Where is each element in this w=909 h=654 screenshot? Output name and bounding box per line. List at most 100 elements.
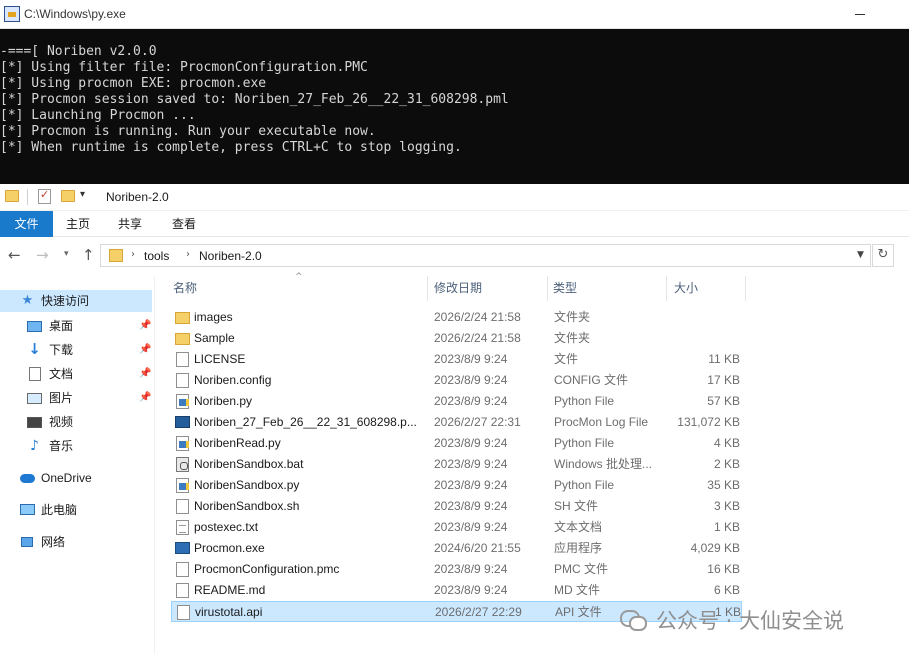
file-type: MD 文件	[554, 583, 600, 597]
file-list: ^ 名称 修改日期 类型 大小 images 2026/2/24 21:58 文件夹…	[155, 272, 909, 654]
tab-home[interactable]: 主页	[60, 211, 96, 237]
file-icon	[176, 583, 189, 598]
network-icon	[21, 537, 33, 547]
file-date: 2023/8/9 9:24	[434, 520, 508, 534]
file-row[interactable]: NoribenSandbox.py 2023/8/9 9:24 Python Fil…	[171, 475, 742, 496]
sidebar-item-label: 桌面	[49, 319, 74, 333]
refresh-icon[interactable]: ↻	[872, 244, 894, 267]
file-size: 2 KB	[713, 457, 740, 471]
sidebar-item-label: 此电脑	[41, 503, 78, 517]
console-line: -===[ Noriben v2.0.0	[0, 44, 157, 59]
sidebar-item-onedrive[interactable]: OneDrive	[0, 467, 152, 489]
tab-share[interactable]: 共享	[112, 211, 148, 237]
file-type: PMC 文件	[554, 562, 609, 576]
column-header-type[interactable]: 类型	[553, 276, 663, 301]
file-row[interactable]: images 2026/2/24 21:58 文件夹	[171, 307, 742, 328]
column-divider[interactable]	[427, 276, 428, 301]
address-bar[interactable]: › tools › Noriben-2.0 ▼	[100, 244, 871, 267]
tab-view[interactable]: 查看	[166, 211, 202, 237]
sidebar-item-desktop[interactable]: 桌面 📌	[0, 315, 152, 337]
file-row[interactable]: Noriben_27_Feb_26__22_31_608298.p... 2026…	[171, 412, 742, 433]
file-icon	[176, 352, 189, 367]
file-size: 4 KB	[713, 436, 740, 450]
column-divider[interactable]	[666, 276, 667, 301]
file-date: 2023/8/9 9:24	[434, 562, 508, 576]
file-type: 文本文档	[554, 520, 603, 534]
file-date: 2023/8/9 9:24	[434, 499, 508, 513]
file-name: NoribenSandbox.sh	[194, 499, 300, 513]
music-icon: ♪	[30, 438, 39, 454]
breadcrumb-tools[interactable]: tools	[144, 249, 169, 263]
breadcrumb-noriben[interactable]: Noriben-2.0	[199, 249, 262, 263]
sidebar-item-network[interactable]: 网络	[0, 531, 152, 553]
file-name: Noriben_27_Feb_26__22_31_608298.p...	[194, 415, 417, 429]
sidebar-item-music[interactable]: ♪ 音乐	[0, 435, 152, 457]
file-row[interactable]: postexec.txt 2023/8/9 9:24 文本文档 1 KB	[171, 517, 742, 538]
file-row[interactable]: NoribenRead.py 2023/8/9 9:24 Python File 4 …	[171, 433, 742, 454]
python-app-icon	[4, 6, 20, 22]
back-arrow-icon[interactable]: ←	[8, 246, 21, 264]
properties-icon[interactable]	[38, 188, 51, 204]
console-window-title: C:\Windows\py.exe	[24, 7, 126, 21]
sidebar-item-quick-access[interactable]: ★ 快速访问	[0, 290, 152, 312]
text-file-icon	[176, 520, 189, 535]
sidebar-item-videos[interactable]: 视频	[0, 411, 152, 433]
file-row[interactable]: ProcmonConfiguration.pmc 2023/8/9 9:24 PMC…	[171, 559, 742, 580]
file-row[interactable]: LICENSE 2023/8/9 9:24 文件 11 KB	[171, 349, 742, 370]
batch-file-icon	[176, 457, 189, 472]
file-row[interactable]: Noriben.py 2023/8/9 9:24 Python File 57 KB	[171, 391, 742, 412]
cloud-icon	[20, 474, 35, 483]
new-folder-icon[interactable]	[61, 190, 75, 202]
column-header-name[interactable]: 名称	[173, 276, 423, 301]
breadcrumb-chevron-icon[interactable]: ›	[131, 249, 135, 260]
wechat-icon	[620, 608, 647, 631]
breadcrumb-chevron-icon[interactable]: ›	[186, 249, 190, 260]
file-icon	[177, 605, 190, 620]
file-row[interactable]: Procmon.exe 2024/6/20 21:55 应用程序 4,029 KB	[171, 538, 742, 559]
file-row[interactable]: Sample 2026/2/24 21:58 文件夹	[171, 328, 742, 349]
file-icon	[176, 373, 189, 388]
column-divider[interactable]	[547, 276, 548, 301]
file-row[interactable]: README.md 2023/8/9 9:24 MD 文件 6 KB	[171, 580, 742, 601]
console-output[interactable]: -===[ Noriben v2.0.0 [*] Using filter fi…	[0, 29, 909, 184]
file-name: LICENSE	[194, 352, 246, 366]
column-divider[interactable]	[745, 276, 746, 301]
sidebar-item-label: 下载	[49, 343, 74, 357]
column-header-size[interactable]: 大小	[674, 276, 744, 301]
sidebar-item-documents[interactable]: 文档 📌	[0, 363, 152, 385]
sidebar-item-label: 文档	[49, 367, 74, 381]
pin-icon[interactable]: 📌	[139, 387, 151, 409]
watermark-text: 公众号 · 大仙安全说	[656, 609, 845, 633]
chevron-down-icon[interactable]: ▼	[857, 250, 864, 260]
console-line: [*] Using filter file: ProcmonConfigurat…	[0, 60, 368, 75]
sidebar-item-this-pc[interactable]: 此电脑	[0, 499, 152, 521]
file-type: 文件夹	[554, 310, 591, 324]
file-name: README.md	[194, 583, 266, 597]
tab-file[interactable]: 文件	[0, 211, 53, 237]
folder-icon	[109, 249, 123, 262]
column-header-date[interactable]: 修改日期	[434, 276, 549, 301]
sidebar-item-pictures[interactable]: 图片 📌	[0, 387, 152, 409]
sidebar-item-downloads[interactable]: ↓ 下载 📌	[0, 339, 152, 361]
file-date: 2026/2/27 22:31	[434, 415, 521, 429]
file-size: 1 KB	[713, 520, 740, 534]
file-size: 6 KB	[713, 583, 740, 597]
pin-icon[interactable]: 📌	[139, 363, 151, 385]
file-row[interactable]: NoribenSandbox.sh 2023/8/9 9:24 SH 文件 3 KB	[171, 496, 742, 517]
file-type: Python File	[554, 478, 615, 492]
file-size: 131,072 KB	[677, 415, 740, 429]
documents-icon	[29, 367, 41, 381]
file-type: Python File	[554, 436, 615, 450]
toolbar-divider	[27, 189, 28, 205]
pin-icon[interactable]: 📌	[139, 339, 151, 361]
file-type: Windows 批处理...	[554, 457, 653, 471]
forward-arrow-icon[interactable]: →	[36, 246, 49, 264]
file-row[interactable]: Noriben.config 2023/8/9 9:24 CONFIG 文件 17 K…	[171, 370, 742, 391]
file-row[interactable]: NoribenSandbox.bat 2023/8/9 9:24 Windows 批…	[171, 454, 742, 475]
minimize-button[interactable]	[850, 5, 870, 23]
pin-icon[interactable]: 📌	[139, 315, 151, 337]
up-arrow-icon[interactable]: ↑	[82, 246, 95, 264]
chevron-down-icon[interactable]: ▾	[80, 189, 85, 200]
recent-locations-icon[interactable]: ▾	[64, 249, 69, 259]
file-type: 应用程序	[554, 541, 603, 555]
